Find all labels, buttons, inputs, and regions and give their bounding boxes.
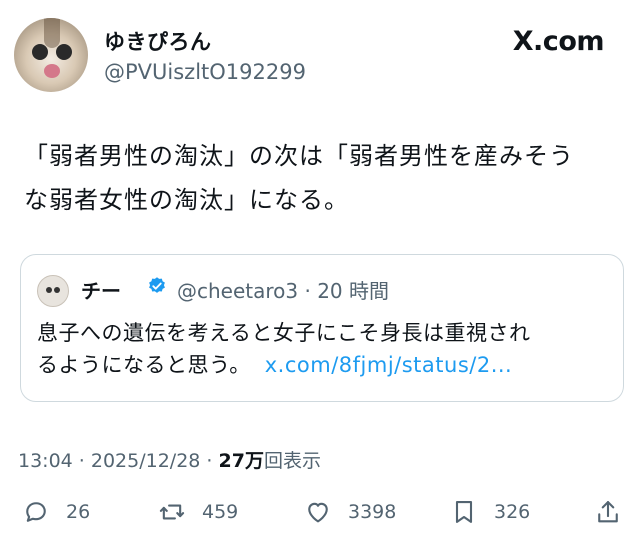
like-count: 3398 [348, 501, 397, 523]
repost-count: 459 [202, 501, 239, 523]
share-icon [598, 501, 618, 523]
action-bar: 26 459 3398 326 [0, 490, 640, 534]
bookmark-button[interactable]: 326 [450, 490, 530, 534]
avatar-mouth [44, 64, 60, 78]
repost-icon [159, 504, 185, 520]
avatar-eye-left [32, 44, 48, 60]
reply-icon [26, 502, 46, 522]
verified-badge-icon [149, 277, 165, 293]
like-button[interactable]: 3398 [304, 490, 396, 534]
quote-body: 息子への遺伝を考えると女子にこそ身長は重視され るようになると思う。 x.com/… [37, 317, 617, 381]
reply-count: 26 [66, 501, 91, 523]
timestamp-time-date[interactable]: 13:04 · 2025/12/28 · [18, 450, 212, 472]
repost-button[interactable]: 459 [158, 490, 238, 534]
quote-display-name[interactable]: チー [81, 275, 121, 304]
views-label: 回表示 [263, 450, 321, 472]
author-display-name[interactable]: ゆきぴろん [104, 26, 212, 56]
quote-meta: @cheetaro3 · 20 時間 [177, 279, 390, 303]
share-button[interactable] [594, 490, 622, 534]
author-avatar[interactable] [14, 18, 88, 92]
quote-link[interactable]: x.com/8fjmj/status/2... [265, 353, 512, 377]
avatar-fur-stripe [44, 18, 60, 48]
tweet-text: 「弱者男性の淘汰」の次は「弱者男性を産みそう な弱者女性の淘汰」になる。 [24, 142, 574, 214]
brand-logo: X.com [512, 26, 605, 57]
quoted-tweet[interactable]: チー @cheetaro3 · 20 時間 息子への遺伝を考えると女子にこそ身長… [20, 254, 624, 402]
quote-avatar[interactable] [37, 275, 69, 307]
views-count: 27万 [218, 450, 264, 472]
avatar-eye-right [56, 44, 72, 60]
reply-button[interactable]: 26 [22, 490, 90, 534]
heart-icon [308, 502, 328, 523]
quote-avatar-eye-left [46, 287, 52, 293]
quote-avatar-eye-right [54, 287, 60, 293]
bookmark-count: 326 [494, 501, 531, 523]
bookmark-icon [455, 501, 473, 523]
author-handle[interactable]: @PVUiszltO192299 [104, 60, 306, 84]
tweet-timestamp: 13:04 · 2025/12/28 · 27万回表示 [18, 446, 321, 473]
